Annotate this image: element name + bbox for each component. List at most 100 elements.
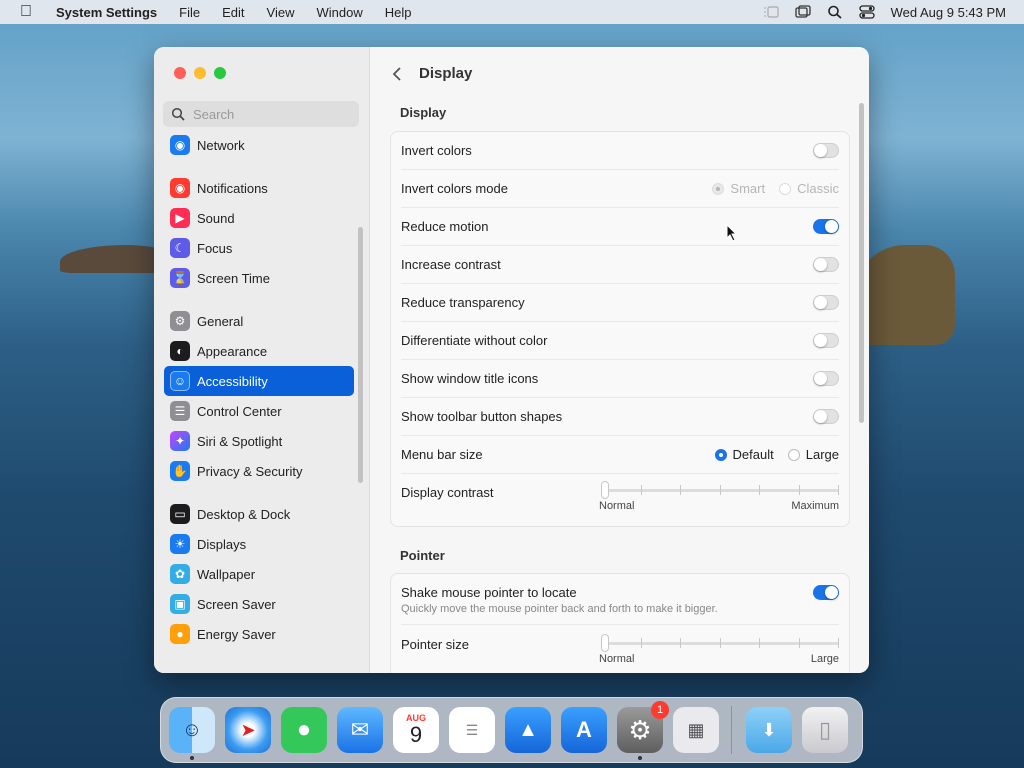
sidebar-item-sound[interactable]: ▶ Sound [164,203,354,233]
reduce-transparency-label: Reduce transparency [401,295,525,310]
sidebar-scrollbar[interactable] [358,227,363,483]
control-center-icon[interactable] [858,5,875,19]
apple-menu-icon[interactable]:  [18,3,34,21]
toolbar-button-shapes-toggle[interactable] [813,409,839,424]
sidebar-item-desktop-dock[interactable]: ▭ Desktop & Dock [164,499,354,529]
calendar-icon[interactable]: AUG 9 [393,707,439,753]
back-chevron-icon[interactable] [390,65,404,83]
differentiate-without-color-toggle[interactable] [813,333,839,348]
search-icon [171,107,185,121]
system-settings-window: ◉ Network ◉ Notifications ▶ Sound ☾ Focu… [154,47,869,673]
sidebar-item-label: Displays [197,536,247,552]
pointer-size-slider-knob[interactable] [601,634,609,652]
sidebar-item-label: Sound [197,210,235,226]
invert-colors-toggle[interactable] [813,143,839,158]
menu-file[interactable]: File [179,5,200,20]
downloads-folder-icon[interactable]: ⬇ [746,707,792,753]
sidebar-item-screen-time[interactable]: ⌛ Screen Time [164,263,354,293]
sidebar-item-privacy-security[interactable]: ✋ Privacy & Security [164,456,354,486]
reduce-transparency-toggle[interactable] [813,295,839,310]
mail-icon[interactable]: ✉ [337,707,383,753]
app-menu[interactable]: System Settings [56,5,157,20]
sidebar-item-focus[interactable]: ☾ Focus [164,233,354,263]
sidebar-item-wallpaper[interactable]: ✿ Wallpaper [164,559,354,589]
menu-bar-size-radio-group: Default Large [714,447,839,462]
stage-manager-icon[interactable] [763,5,779,19]
slider-max-label: Large [810,653,839,665]
display-contrast-slider[interactable]: Normal Maximum [599,481,839,512]
menu-window[interactable]: Window [316,5,362,20]
spotlight-search-icon[interactable] [827,5,843,19]
pointer-size-slider[interactable]: Normal Large [599,634,839,665]
menu-clock[interactable]: Wed Aug 9 5:43 PM [891,5,1006,20]
radio-default[interactable]: Default [714,447,774,462]
section-heading-pointer: Pointer [400,548,445,563]
invert-mode-radio-group: Smart Classic [712,181,839,196]
sidebar-item-appearance[interactable]: ◐ Appearance [164,336,354,366]
dock-icon: ▭ [170,504,190,524]
appearance-icon: ◐ [170,341,190,361]
search-field[interactable] [163,101,359,127]
calendar-day: 9 [409,722,423,747]
sidebar-item-siri-spotlight[interactable]: ✦ Siri & Spotlight [164,426,354,456]
invert-colors-mode-row: Invert colors mode Smart Classic [401,170,839,208]
menu-view[interactable]: View [267,5,295,20]
sidebar-item-notifications[interactable]: ◉ Notifications [164,173,354,203]
reduce-transparency-row: Reduce transparency [401,284,839,322]
minimize-button[interactable] [194,67,206,79]
screensaver-icon: ▣ [170,594,190,614]
notification-badge: 1 [651,701,669,719]
sidebar-item-label: General [197,313,244,329]
search-input[interactable] [191,105,355,123]
zoom-button[interactable] [214,67,226,79]
increase-contrast-toggle[interactable] [813,257,839,272]
slider-max-label: Maximum [791,500,839,512]
toolbar-button-shapes-label: Show toolbar button shapes [401,409,563,424]
display-settings-group: Invert colors Invert colors mode Smart C… [390,131,850,527]
sidebar-item-energy-saver[interactable]: ● Energy Saver [164,619,354,649]
system-settings-icon[interactable]: ⚙ 1 [617,701,669,760]
sidebar-item-general[interactable]: ⚙ General [164,306,354,336]
sidebar-item-control-center[interactable]: ☰ Control Center [164,396,354,426]
toolbar-button-shapes-row: Show toolbar button shapes [401,398,839,436]
radio-smart[interactable]: Smart [712,181,765,196]
close-button[interactable] [174,67,186,79]
display-contrast-label: Display contrast [401,485,494,500]
accessibility-icon: ☺ [170,371,190,391]
reduce-motion-row: Reduce motion [401,208,839,246]
sidebar-item-screen-saver[interactable]: ▣ Screen Saver [164,589,354,619]
sidebar-item-label: Siri & Spotlight [197,433,283,449]
menu-edit[interactable]: Edit [222,5,244,20]
window-title-icons-row: Show window title icons [401,360,839,398]
safari-icon[interactable]: ➤ [225,707,271,753]
display-contrast-slider-knob[interactable] [601,481,609,499]
reminders-icon[interactable]: ☰ [449,707,495,753]
sidebar-item-accessibility[interactable]: ☺ Accessibility [164,366,354,396]
sidebar-item-network[interactable]: ◉ Network [164,130,354,160]
screen-mirroring-icon[interactable] [794,5,811,19]
pointer-size-row: Pointer size Normal Large [401,625,839,673]
bell-icon: ◉ [170,178,190,198]
sidebar-item-label: Energy Saver [197,626,276,642]
radio-classic[interactable]: Classic [779,181,839,196]
menu-help[interactable]: Help [385,5,412,20]
shake-pointer-description: Quickly move the mouse pointer back and … [401,603,718,615]
sidebar-item-label: Control Center [197,403,282,419]
messages-icon[interactable]: ● [281,707,327,753]
sidebar-item-displays[interactable]: ☀ Displays [164,529,354,559]
main-scrollbar[interactable] [859,103,864,423]
invert-colors-label: Invert colors [401,143,472,158]
app-store-icon[interactable]: A [561,707,607,753]
launchpad-icon[interactable]: ▦ [673,707,719,753]
gear-icon: ⚙ [170,311,190,331]
invert-colors-mode-label: Invert colors mode [401,181,508,196]
window-title-icons-toggle[interactable] [813,371,839,386]
keynote-icon[interactable]: ▲ [505,707,551,753]
finder-icon[interactable]: ☺ [169,707,215,760]
trash-icon[interactable]: ▯ [802,707,848,753]
shake-pointer-row: Shake mouse pointer to locate Quickly mo… [401,574,839,625]
invert-colors-row: Invert colors [401,132,839,170]
shake-pointer-toggle[interactable] [813,585,839,600]
reduce-motion-toggle[interactable] [813,219,839,234]
radio-large[interactable]: Large [787,447,839,462]
